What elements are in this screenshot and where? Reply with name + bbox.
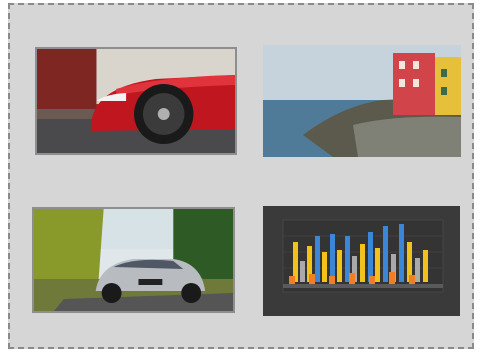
silver-sports-car-image [34, 209, 233, 311]
thumbnail-silver-car[interactable] [32, 207, 235, 313]
thumbnail-red-car[interactable] [35, 47, 237, 155]
thumbnail-bar-chart[interactable] [263, 206, 460, 316]
3d-bar-chart-image [263, 206, 460, 316]
coastal-houses-image [263, 45, 461, 157]
thumbnail-coastal-houses[interactable] [263, 45, 461, 157]
red-sports-car-image [37, 49, 235, 153]
